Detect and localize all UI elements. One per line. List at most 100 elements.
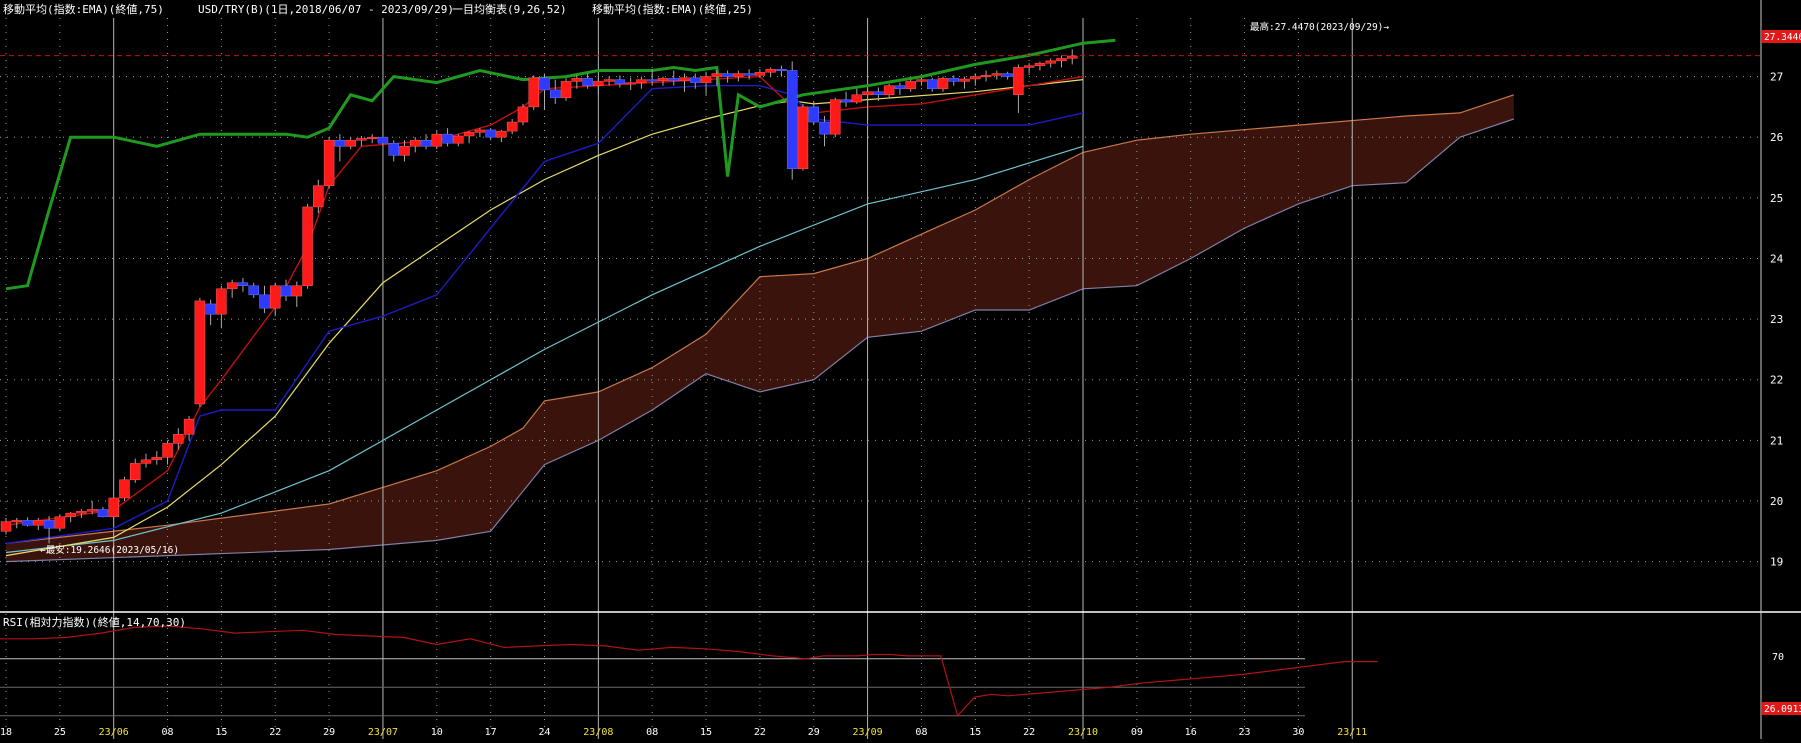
candle-up [323, 139, 335, 186]
candle-up [65, 512, 76, 518]
candle-up [1066, 55, 1078, 59]
x-tick-label: 24 [538, 727, 550, 738]
candle-down [894, 85, 906, 89]
candle-up [291, 285, 303, 297]
candle-up [410, 139, 421, 147]
x-tick-label: 25 [54, 727, 66, 738]
candle-down [420, 139, 432, 147]
price-tick-label: 20 [1770, 495, 1783, 508]
candle-up [711, 73, 723, 77]
candle-up [496, 130, 507, 138]
candle-up [560, 81, 572, 99]
x-tick-label: 23 [1239, 727, 1251, 738]
candle-down [840, 99, 852, 103]
candle-up [313, 185, 324, 208]
candle-down [786, 70, 798, 169]
x-tick-label: 09 [1131, 727, 1143, 738]
candle-up [474, 129, 486, 133]
candle-up [119, 479, 130, 499]
price-tick-label: 27 [1770, 71, 1783, 84]
candle-up [916, 79, 927, 82]
candle-up [366, 136, 378, 139]
x-tick-label: 08 [646, 727, 658, 738]
low-annotation: ←最安:19.2646(2023/05/16) [40, 544, 179, 556]
candle-down [550, 89, 561, 99]
candle-up [883, 85, 895, 96]
candle-up [970, 76, 981, 80]
price-tick-label: 25 [1770, 192, 1783, 205]
price-tick-label: 19 [1770, 556, 1783, 569]
candle-up [151, 457, 163, 461]
x-tick-label: 23/09 [853, 727, 883, 738]
candle-down [873, 91, 884, 96]
candle-up [905, 81, 916, 89]
candle-up [1023, 65, 1035, 68]
rsi-title: RSI(相対力指数)(終値,14,70,30) [3, 615, 186, 629]
x-tick-label: 10 [431, 727, 443, 738]
candle-up [851, 94, 863, 103]
candle-up [679, 77, 690, 82]
candle-up [765, 69, 776, 73]
candle-up [216, 288, 227, 315]
candle-up [657, 78, 669, 82]
x-tick-label: 30 [1292, 727, 1304, 738]
x-tick-label: 17 [485, 727, 497, 738]
candle-up [754, 72, 766, 76]
candle-down [22, 520, 33, 526]
header-ema75: 移動平均(指数:EMA)(終値,75) [3, 2, 164, 16]
x-tick-label: 29 [323, 727, 335, 738]
candle-up [345, 139, 356, 147]
price-tick-label: 26 [1770, 131, 1783, 144]
x-tick-label: 23/06 [99, 727, 129, 738]
candle-up [431, 133, 443, 147]
candle-down [743, 73, 755, 76]
x-tick-label: 15 [969, 727, 981, 738]
chart-stage: 19 20 21 22 23 24 25 26 27 18 25 23/06 08 15 22 29 23/07… [0, 0, 1801, 739]
candle-up [356, 138, 367, 141]
candle-up [173, 434, 184, 444]
candle-up [54, 516, 66, 529]
price-tick-label: 21 [1770, 434, 1783, 447]
candle-down [668, 78, 679, 82]
candle-up [506, 121, 518, 132]
x-tick-label: 23/10 [1068, 727, 1098, 738]
price-chart: 19 20 21 22 23 24 25 26 27 18 25 23/06 08 15 22 29 23/07… [0, 0, 1801, 739]
candle-down [582, 78, 593, 86]
candle-up [302, 206, 313, 286]
candle-down [237, 282, 249, 286]
candle-up [453, 135, 464, 144]
last-price-label: 27.3446 [1764, 32, 1801, 43]
candle-down [948, 78, 960, 82]
candle-down [442, 133, 453, 144]
candle-up [129, 463, 141, 481]
candle-down [776, 69, 787, 72]
header-ema25: 移動平均(指数:EMA)(終値,25) [592, 2, 753, 16]
candle-down [926, 79, 938, 89]
price-tick-label: 22 [1770, 374, 1783, 387]
header-ichimoku: 一目均衡表(9,26,52) [452, 2, 567, 16]
candle-up [0, 521, 12, 532]
x-tick-label: 23/07 [368, 727, 398, 738]
price-tick-label: 23 [1770, 313, 1783, 326]
candle-up [1034, 62, 1046, 66]
candle-up [830, 99, 841, 135]
candle-up [862, 91, 873, 96]
candle-up [76, 511, 87, 514]
candle-up [528, 77, 539, 108]
candle-down [97, 509, 109, 518]
x-tick-label: 23/08 [583, 727, 613, 738]
x-tick-label: 08 [162, 727, 174, 738]
candle-up [86, 509, 98, 512]
rsi-level-label: 70 [1772, 652, 1784, 663]
candle-down [205, 303, 216, 315]
x-tick-label: 08 [915, 727, 927, 738]
candle-up [636, 79, 647, 83]
candle-down [722, 73, 733, 77]
candle-up [700, 76, 712, 83]
x-tick-label: 15 [700, 727, 712, 738]
candle-down [690, 77, 701, 83]
candle-up [108, 497, 119, 518]
candle-up [593, 81, 604, 86]
candle-up [463, 132, 475, 137]
candle-up [183, 418, 195, 435]
